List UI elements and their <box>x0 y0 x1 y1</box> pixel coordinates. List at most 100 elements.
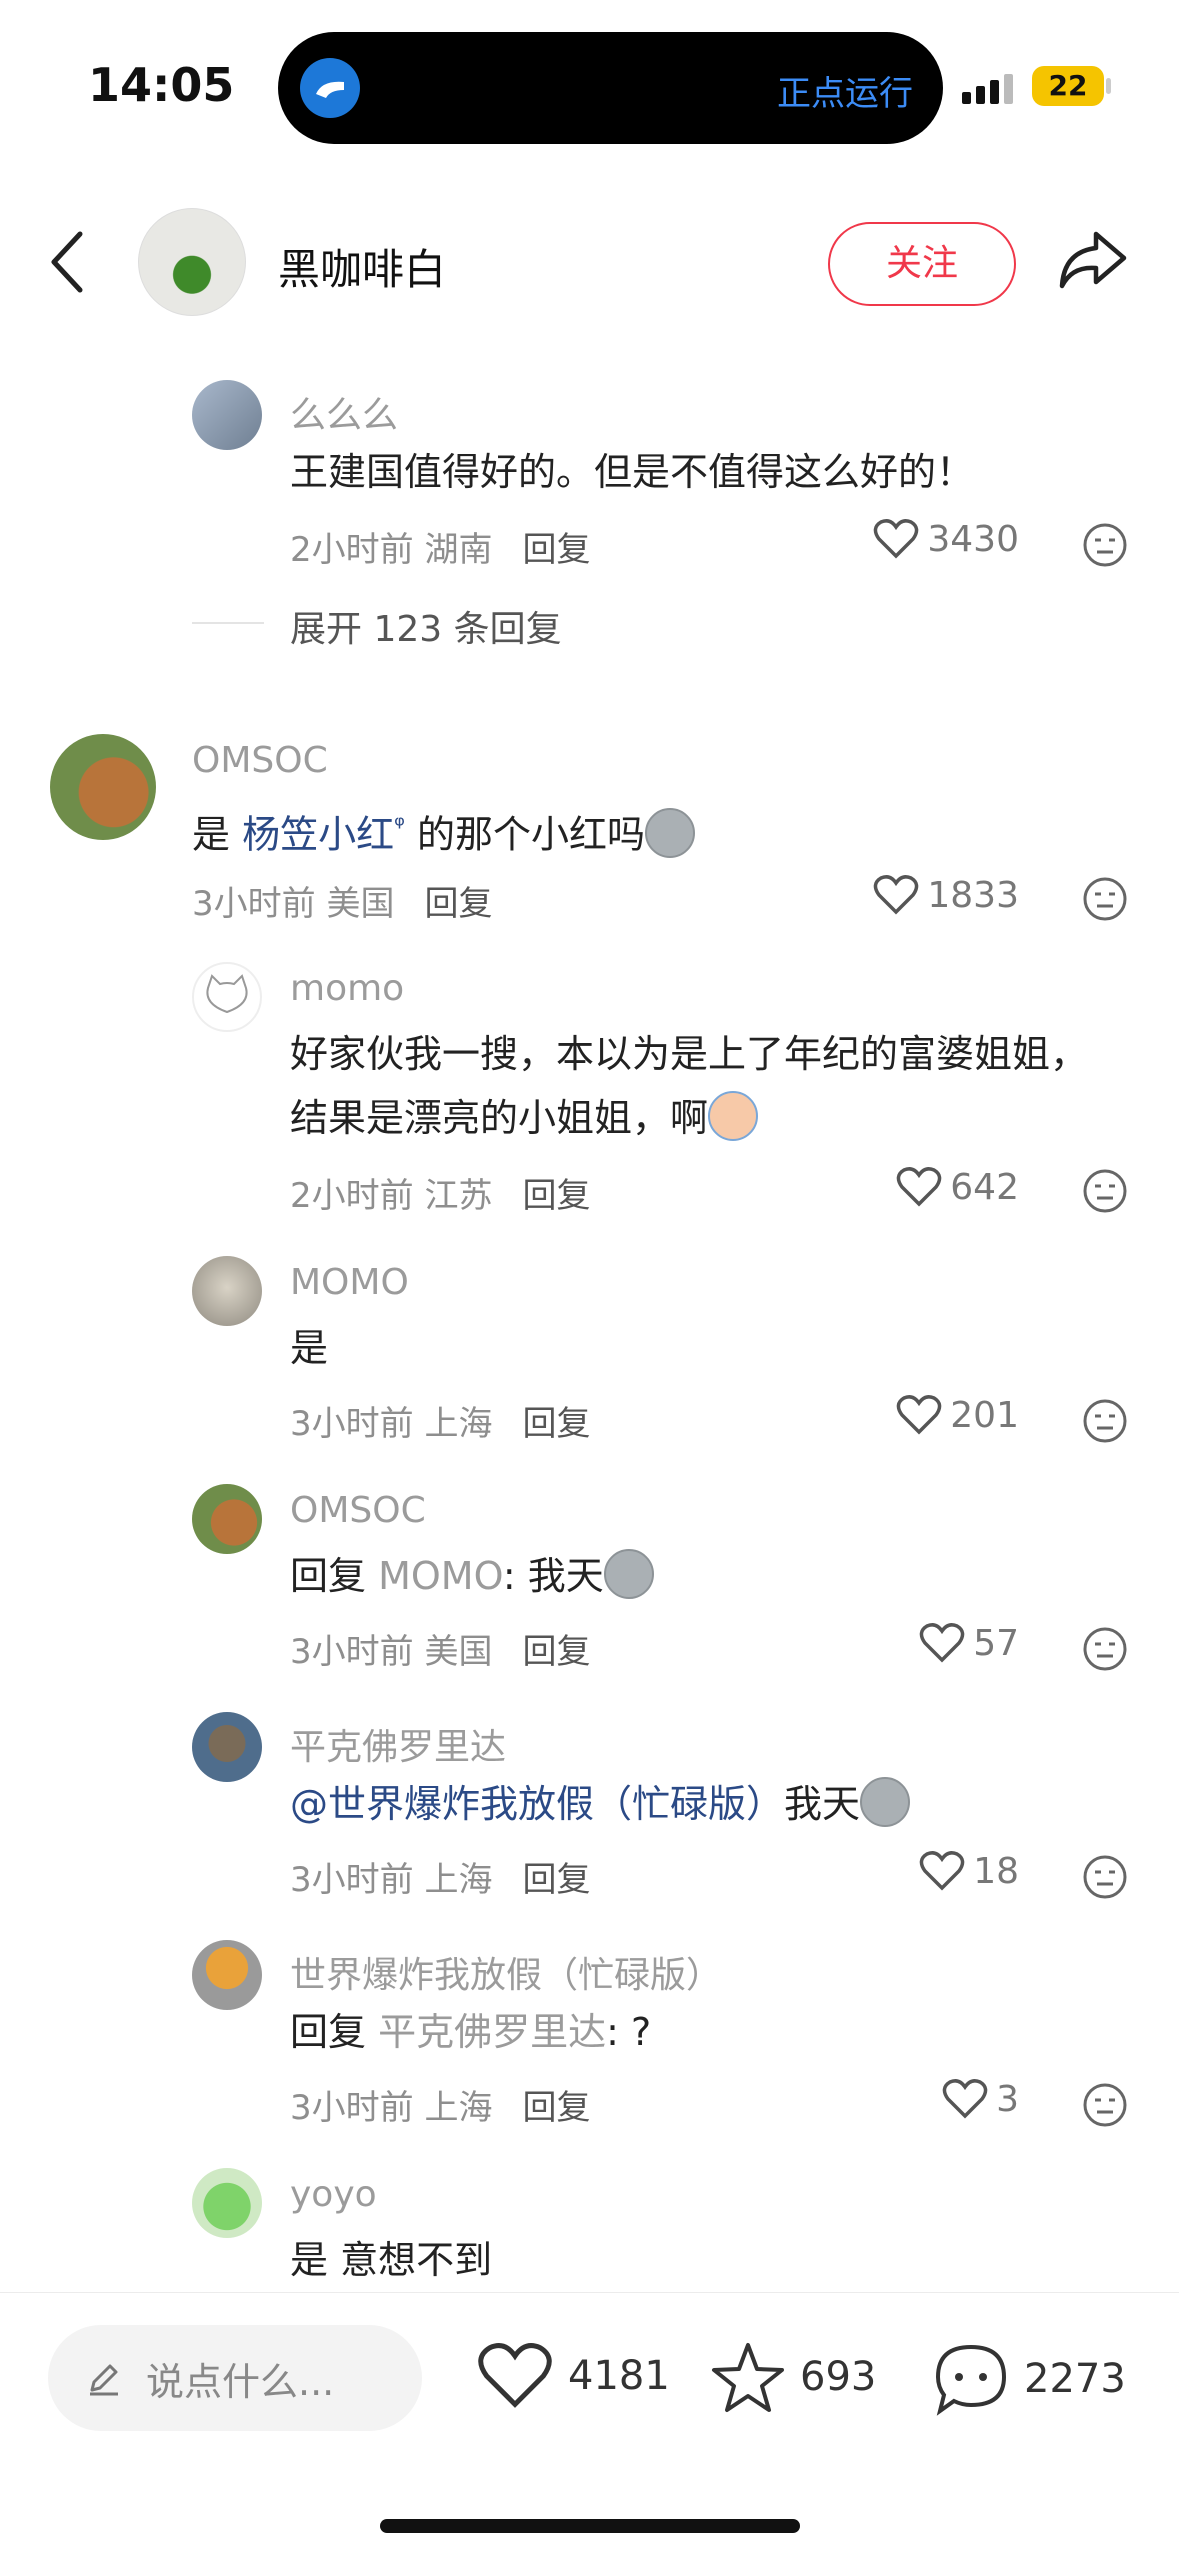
search-link[interactable]: 杨笠小红 <box>242 813 394 857</box>
like-count: 642 <box>950 1166 1019 1208</box>
like-button[interactable]: 1833 <box>873 874 1019 916</box>
comment-time-location: 3小时前 美国 <box>192 884 395 924</box>
commenter-name[interactable]: OMSOC <box>290 1490 426 1531</box>
comment-text: 是 杨笠小红ᵠ 的那个小红吗 <box>192 794 696 867</box>
comment-time-location: 3小时前 上海 <box>290 1860 493 1900</box>
post-collect-button[interactable]: 693 <box>710 2341 876 2413</box>
star-icon <box>712 2343 784 2412</box>
comment-text: 是 意想不到 <box>290 2238 493 2282</box>
bottom-action-bar: 说点什么... 4181 693 2273 <box>0 2292 1179 2556</box>
comment-input-placeholder: 说点什么... <box>146 2359 335 2404</box>
author-avatar[interactable] <box>138 208 246 316</box>
like-button[interactable]: 3430 <box>873 518 1019 560</box>
heart-icon <box>897 1395 942 1435</box>
like-count: 18 <box>973 1850 1019 1892</box>
battery-cap <box>1106 78 1111 94</box>
comment-meta: 2小时前 湖南 回复 <box>290 522 590 571</box>
comment-text-prefix: 是 <box>192 812 231 857</box>
dislike-face-icon[interactable] <box>1082 522 1128 568</box>
heart-icon <box>897 1167 942 1207</box>
comment-bubble-icon <box>935 2344 1007 2416</box>
author-name[interactable]: 黑咖啡白 <box>278 236 446 297</box>
reply-target-name[interactable]: MOMO <box>378 1554 503 1598</box>
reply-button[interactable]: 回复 <box>522 1404 590 1444</box>
status-bar: 14:05 正点运行 22 <box>0 0 1179 180</box>
like-count: 3430 <box>927 518 1019 560</box>
commenter-name[interactable]: momo <box>290 968 404 1009</box>
follow-button[interactable]: 关注 <box>828 222 1016 306</box>
dislike-face-icon[interactable] <box>1082 2082 1128 2128</box>
commenter-avatar[interactable] <box>192 1940 262 2010</box>
post-comment-count: 2273 <box>1024 2356 1126 2402</box>
commenter-avatar[interactable] <box>192 1256 262 1326</box>
reply-button[interactable]: 回复 <box>522 1860 590 1900</box>
comment-text: 回复 平克佛罗里达: ? <box>290 2000 651 2064</box>
heart-icon <box>919 1623 965 1663</box>
reply-button[interactable]: 回复 <box>522 2088 590 2128</box>
post-like-button[interactable]: 4181 <box>476 2341 670 2411</box>
dislike-face-icon[interactable] <box>1082 1168 1128 1214</box>
share-icon[interactable] <box>1056 228 1128 296</box>
expand-replies-button[interactable]: 展开 123 条回复 <box>290 600 562 652</box>
heart-icon <box>874 875 919 915</box>
signal-icon <box>962 72 1022 112</box>
like-button[interactable]: 57 <box>919 1622 1019 1664</box>
heart-icon <box>874 519 919 559</box>
comment-meta: 3小时前 美国 回复 <box>290 1624 590 1673</box>
home-indicator[interactable] <box>380 2519 800 2533</box>
comment-text: 好家伙我一搜，本以为是上了年纪的富婆姐姐，结果是漂亮的小姐姐，啊 <box>290 1022 1100 1150</box>
comment-text-body: : 我天 <box>502 1554 604 1598</box>
battery-indicator: 22 <box>1032 66 1104 106</box>
commenter-name[interactable]: OMSOC <box>192 740 328 781</box>
emoji-sticker <box>645 807 696 858</box>
reply-prefix: 回复 <box>290 2010 367 2054</box>
dislike-face-icon[interactable] <box>1082 1398 1128 1444</box>
reply-button[interactable]: 回复 <box>522 1632 590 1672</box>
commenter-name[interactable]: 世界爆炸我放假（忙碌版） <box>290 1946 722 1998</box>
commenter-name[interactable]: yoyo <box>290 2174 377 2215</box>
commenter-avatar[interactable] <box>50 734 156 840</box>
comment-text-rest: 的那个小红吗 <box>417 812 646 857</box>
like-count: 201 <box>950 1394 1019 1436</box>
commenter-name[interactable]: MOMO <box>290 1262 409 1303</box>
reply-button[interactable]: 回复 <box>424 884 492 924</box>
like-button[interactable]: 642 <box>896 1166 1019 1208</box>
search-link-icon[interactable]: ᵠ <box>394 811 405 841</box>
dislike-face-icon[interactable] <box>1082 1626 1128 1672</box>
commenter-avatar[interactable] <box>192 380 262 450</box>
commenter-avatar[interactable] <box>192 1712 262 1782</box>
commenter-avatar[interactable] <box>192 962 262 1032</box>
comment-text: @世界爆炸我放假（忙碌版）我天 <box>290 1772 911 1836</box>
commenter-avatar[interactable] <box>192 1484 262 1554</box>
heart-icon <box>919 1851 965 1891</box>
comment-meta: 3小时前 上海 回复 <box>290 1396 590 1445</box>
like-button[interactable]: 3 <box>942 2078 1019 2120</box>
reply-target-name[interactable]: 平克佛罗里达 <box>378 2010 606 2054</box>
like-count: 57 <box>973 1622 1019 1664</box>
comment-text: 回复 MOMO: 我天 <box>290 1544 654 1608</box>
dislike-face-icon[interactable] <box>1082 876 1128 922</box>
back-button[interactable] <box>48 230 88 298</box>
reply-button[interactable]: 回复 <box>522 1176 590 1216</box>
comment-text-body: 好家伙我一搜，本以为是上了年纪的富婆姐姐，结果是漂亮的小姐姐，啊 <box>290 1032 1089 1140</box>
post-comment-button[interactable]: 2273 <box>932 2341 1126 2417</box>
dislike-face-icon[interactable] <box>1082 1854 1128 1900</box>
post-collect-count: 693 <box>800 2354 877 2400</box>
comment-time-location: 3小时前 上海 <box>290 2088 493 2128</box>
comment-meta: 3小时前 美国 回复 <box>192 876 492 925</box>
emoji-sticker <box>860 1777 911 1827</box>
heart-icon <box>942 2079 988 2119</box>
commenter-name[interactable]: 么么么 <box>290 386 398 438</box>
mention-link[interactable]: @世界爆炸我放假（忙碌版） <box>290 1782 784 1826</box>
commenter-avatar[interactable] <box>192 2168 262 2238</box>
like-button[interactable]: 201 <box>896 1394 1019 1436</box>
comment-input[interactable]: 说点什么... <box>48 2325 422 2431</box>
reply-button[interactable]: 回复 <box>522 530 590 570</box>
commenter-name[interactable]: 平克佛罗里达 <box>290 1718 506 1770</box>
comment-time-location: 3小时前 美国 <box>290 1632 493 1672</box>
reply-prefix: 回复 <box>290 1554 367 1598</box>
like-button[interactable]: 18 <box>919 1850 1019 1892</box>
dynamic-island[interactable]: 正点运行 <box>278 32 943 144</box>
train-app-icon <box>300 58 360 118</box>
comment-time-location: 3小时前 上海 <box>290 1404 493 1444</box>
